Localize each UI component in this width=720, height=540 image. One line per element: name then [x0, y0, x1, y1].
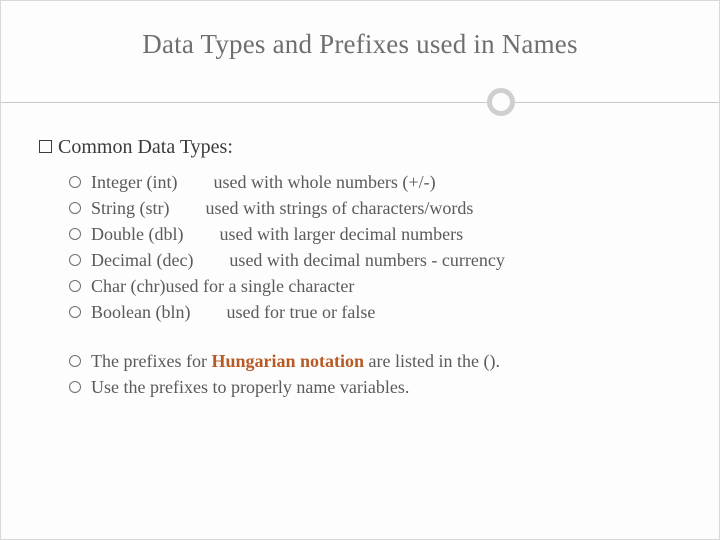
slide: Data Types and Prefixes used in Names Co… [0, 0, 720, 540]
list-item: Use the prefixes to properly name variab… [69, 374, 681, 400]
section-heading: Common Data Types: [39, 136, 681, 159]
data-types-list: Integer (int) used with whole numbers (+… [69, 169, 681, 326]
list-item: Char (chr)used for a single character [69, 273, 681, 299]
slide-title: Data Types and Prefixes used in Names [39, 29, 681, 60]
list-item: Decimal (dec) used with decimal numbers … [69, 247, 681, 273]
notes-list: The prefixes for Hungarian notation are … [69, 348, 681, 400]
list-item: The prefixes for Hungarian notation are … [69, 348, 681, 374]
note-accent: Hungarian notation [211, 351, 364, 371]
divider-wrap [39, 88, 681, 118]
section-heading-text: Common Data Types: [58, 136, 233, 158]
divider-ring-icon [487, 88, 515, 116]
list-item: Boolean (bln) used for true or false [69, 299, 681, 325]
square-bullet-icon [39, 140, 52, 153]
list-item: Double (dbl) used with larger decimal nu… [69, 221, 681, 247]
note-text-pre: The prefixes for [91, 351, 211, 371]
list-item: String (str) used with strings of charac… [69, 195, 681, 221]
divider-line [1, 102, 719, 103]
list-item: Integer (int) used with whole numbers (+… [69, 169, 681, 195]
note-text-pre: Use the prefixes to properly name variab… [91, 377, 409, 397]
note-text-post: are listed in the (). [364, 351, 500, 371]
